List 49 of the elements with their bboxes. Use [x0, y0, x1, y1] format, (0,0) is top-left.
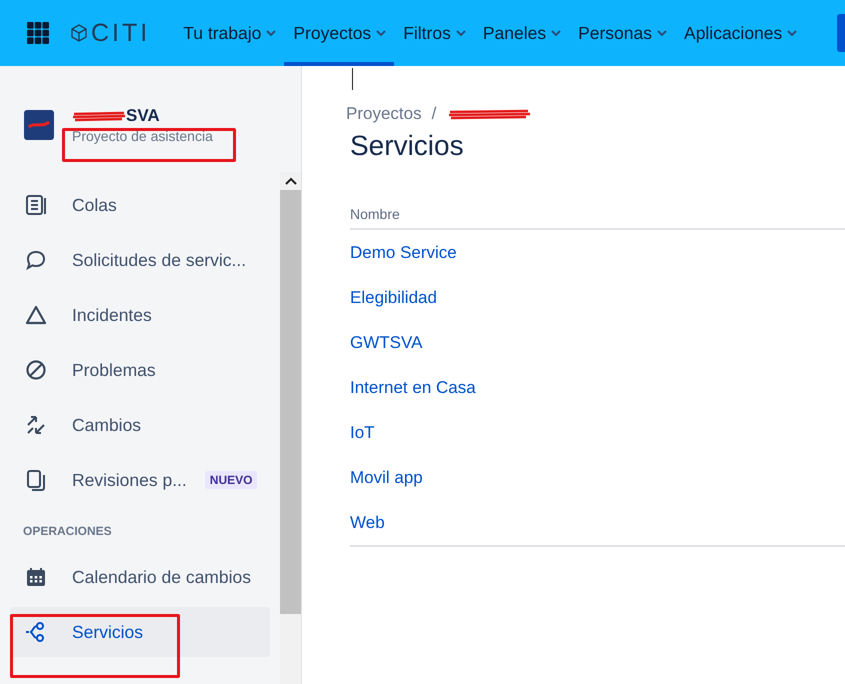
prohibited-icon [24, 358, 48, 382]
scroll-up-icon[interactable] [284, 177, 296, 185]
nav-menu[interactable]: Filtros [394, 0, 474, 66]
pages-icon [24, 468, 48, 492]
sidebar-item[interactable]: Servicios [10, 607, 270, 657]
sidebar-item[interactable]: Incidentes [10, 290, 270, 340]
chevron-down-icon [376, 30, 386, 36]
service-link[interactable]: Web [350, 512, 385, 532]
create-button[interactable] [837, 14, 845, 52]
scrollbar-thumb[interactable] [280, 190, 301, 614]
section-heading: OPERACIONES [22, 523, 113, 540]
sidebar-item[interactable]: Cambios [10, 400, 270, 450]
page-title: Servicios [350, 130, 465, 162]
list-icon [24, 193, 48, 217]
breadcrumb-link[interactable]: Proyectos [346, 104, 422, 124]
sidebar-item[interactable]: Solicitudes de servic... [10, 235, 270, 285]
service-link[interactable]: Movil app [350, 468, 423, 488]
redaction-scribble [72, 110, 126, 122]
nav-menu[interactable]: Aplicaciones [675, 0, 806, 66]
triangle-icon [24, 303, 48, 327]
speech-bubble-icon [24, 248, 48, 272]
chevron-down-icon [551, 30, 562, 36]
project-avatar-icon [24, 110, 54, 140]
app-switcher-icon[interactable] [27, 22, 49, 44]
nav-menu[interactable]: Tu trabajo [174, 0, 284, 66]
project-type: Proyecto de asistencia [72, 128, 213, 144]
sidebar-item[interactable]: Colas [10, 180, 270, 230]
chevron-down-icon [456, 30, 466, 36]
service-link[interactable]: GWTSVA [350, 332, 422, 352]
service-link[interactable]: Internet en Casa [350, 378, 476, 398]
service-link[interactable]: IoT [350, 422, 375, 442]
service-link[interactable]: Elegibilidad [350, 288, 437, 308]
logo-text: CITI [91, 18, 150, 48]
chevron-down-icon [787, 30, 798, 36]
new-badge: NUEVO [204, 471, 258, 489]
sidebar-item[interactable]: Problemas [10, 345, 270, 395]
sidebar-item[interactable]: Calendario de cambios [10, 552, 270, 602]
column-header: Nombre [350, 206, 845, 230]
project-name: SVA [126, 106, 160, 126]
calendar-icon [24, 565, 48, 589]
cube-icon [69, 23, 89, 43]
nav-menu[interactable]: Paneles [474, 0, 570, 66]
breadcrumb-separator: / [432, 104, 436, 124]
sidebar-item[interactable]: Revisiones p... NUEVO [10, 455, 270, 505]
scrollbar[interactable] [280, 172, 301, 684]
chevron-down-icon [266, 30, 276, 36]
chevron-down-icon [657, 30, 668, 36]
nav-menu[interactable]: Personas [569, 0, 676, 66]
service-link[interactable]: Demo Service [350, 242, 457, 262]
